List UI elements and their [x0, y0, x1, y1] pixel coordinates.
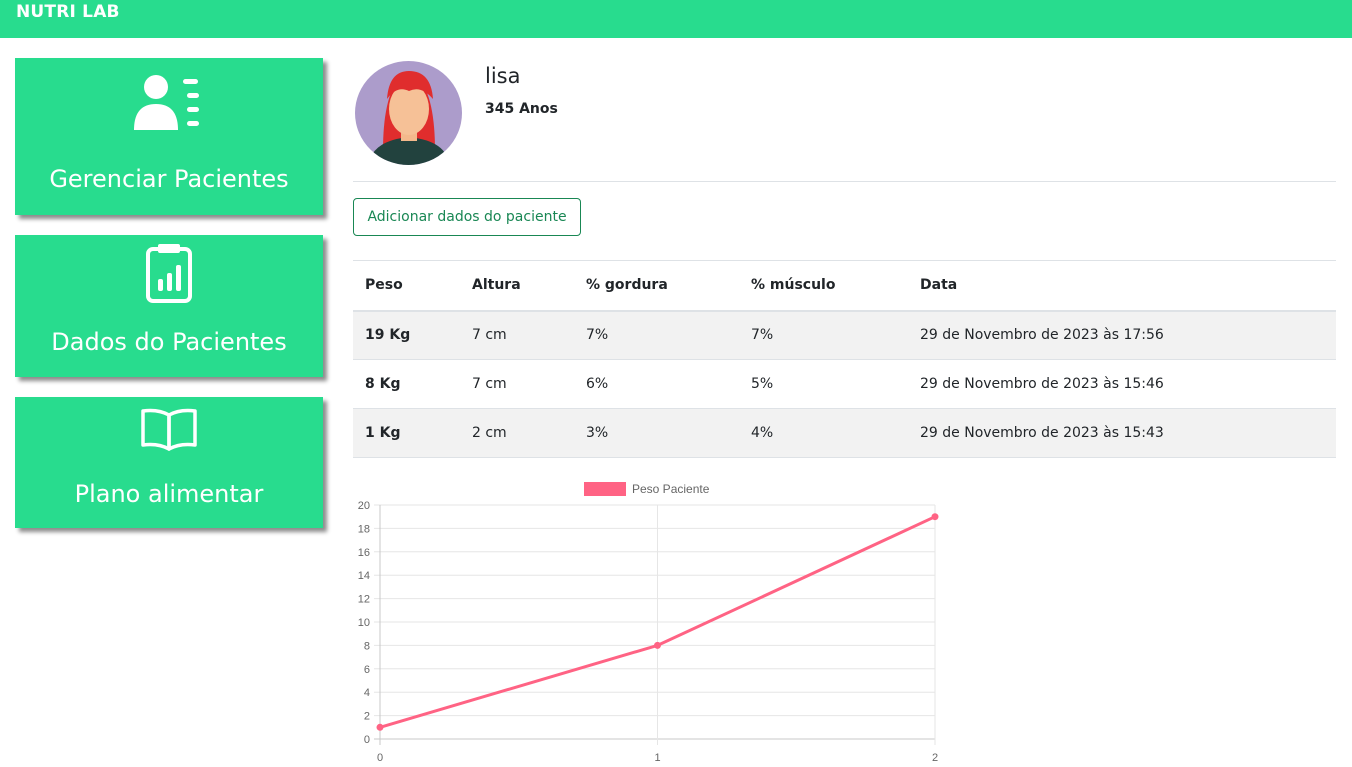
data-point [654, 641, 661, 649]
cell-muscle: 5% [739, 359, 908, 409]
patient-data-card[interactable]: Dados do Pacientes [15, 235, 323, 377]
patient-data-table: Peso Altura % gordura % músculo Data 19 … [353, 260, 1336, 458]
y-tick-label: 16 [358, 547, 370, 559]
cell-weight: 1 Kg [353, 408, 460, 458]
y-tick-label: 6 [364, 664, 370, 676]
clipboard-chart-icon [15, 243, 323, 305]
column-header-height: Altura [460, 260, 574, 312]
data-point [376, 723, 384, 731]
y-tick-label: 18 [358, 523, 370, 535]
cell-muscle: 4% [739, 408, 908, 458]
table-row: 8 Kg 7 cm 6% 5% 29 de Novembro de 2023 à… [353, 359, 1336, 409]
cell-muscle: 7% [739, 310, 908, 360]
y-tick-label: 8 [364, 640, 370, 652]
table-row: 19 Kg 7 cm 7% 7% 29 de Novembro de 2023 … [353, 310, 1336, 360]
manage-patients-label: Gerenciar Pacientes [49, 165, 289, 193]
x-tick-label: 1 [654, 752, 660, 764]
column-header-date: Data [908, 260, 1336, 312]
y-tick-label: 12 [358, 594, 370, 606]
cell-height: 7 cm [460, 310, 574, 360]
patient-age: 345 Anos [485, 101, 558, 117]
patient-data-label: Dados do Pacientes [51, 328, 287, 356]
column-header-muscle: % músculo [739, 260, 908, 312]
cell-weight: 19 Kg [353, 310, 460, 360]
manage-patients-card[interactable]: Gerenciar Pacientes [15, 58, 323, 215]
table-row: 1 Kg 2 cm 3% 4% 29 de Novembro de 2023 à… [353, 408, 1336, 458]
y-tick-label: 20 [358, 500, 370, 512]
cell-date: 29 de Novembro de 2023 às 15:46 [908, 359, 1336, 409]
cell-height: 2 cm [460, 408, 574, 458]
book-icon [15, 407, 323, 451]
patient-list-icon [15, 72, 323, 132]
cell-height: 7 cm [460, 359, 574, 409]
data-point [931, 513, 939, 521]
legend-swatch [584, 482, 626, 496]
x-tick-label: 0 [377, 752, 383, 764]
weight-line-chart: 024681012141618200 1 2Peso Paciente [358, 482, 939, 764]
y-tick-label: 4 [364, 687, 370, 699]
column-header-fat: % gordura [574, 260, 739, 312]
meal-plan-label: Plano alimentar [74, 480, 264, 508]
y-tick-label: 0 [364, 734, 370, 746]
patient-name: lisa [485, 64, 521, 88]
meal-plan-card[interactable]: Plano alimentar [15, 397, 323, 528]
cell-date: 29 de Novembro de 2023 às 15:43 [908, 408, 1336, 458]
divider [353, 181, 1336, 182]
cell-fat: 3% [574, 408, 739, 458]
x-tick-label: 2 [932, 752, 938, 764]
y-tick-label: 2 [364, 711, 370, 723]
cell-fat: 7% [574, 310, 739, 360]
column-header-weight: Peso [353, 260, 460, 312]
y-tick-label: 10 [358, 617, 370, 629]
brand-logo-text[interactable]: NUTRI LAB [16, 2, 120, 22]
add-patient-data-button[interactable]: Adicionar dados do paciente [353, 198, 581, 236]
cell-weight: 8 Kg [353, 359, 460, 409]
cell-date: 29 de Novembro de 2023 às 17:56 [908, 310, 1336, 360]
patient-avatar [355, 61, 462, 165]
y-tick-label: 14 [358, 570, 370, 582]
top-navbar: NUTRI LAB [0, 0, 1352, 38]
legend-label: Peso Paciente [632, 482, 710, 496]
cell-fat: 6% [574, 359, 739, 409]
table-header-row: Peso Altura % gordura % músculo Data [353, 260, 1336, 312]
